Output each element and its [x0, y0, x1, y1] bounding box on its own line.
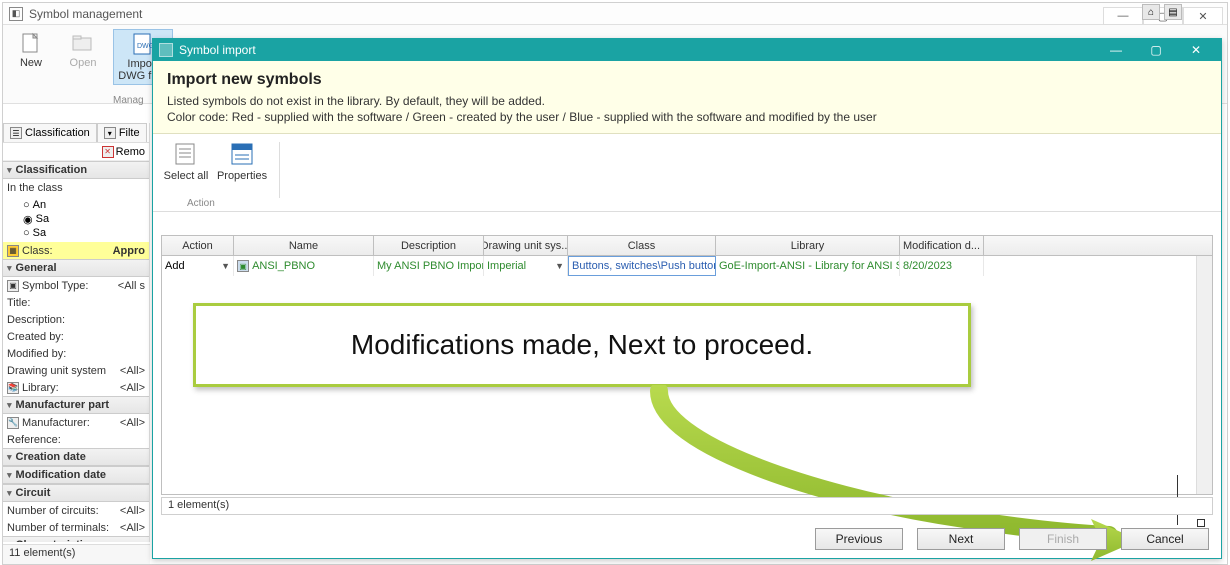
new-icon [17, 31, 45, 55]
main-title: Symbol management [29, 7, 142, 21]
library-icon: 📚 [7, 382, 19, 394]
cancel-button[interactable]: Cancel [1121, 528, 1209, 550]
funnel-icon: ▾ [104, 127, 116, 139]
ribbon-new[interactable]: New [9, 29, 53, 71]
cell-class[interactable]: Buttons, switches\Push buttons...… [568, 256, 716, 276]
symbol-icon: ▣ [237, 260, 249, 272]
col-class[interactable]: Class [568, 236, 716, 255]
close-button[interactable]: ✕ [1183, 7, 1223, 25]
cell-mod: 8/20/2023 [900, 256, 984, 276]
tab-filter[interactable]: ▾Filte [97, 123, 147, 142]
tree-icon: ☰ [10, 127, 22, 139]
left-filter-panel: ☰Classification ▾Filte ✕ Remo Classifica… [3, 123, 150, 542]
wizard-desc1: Listed symbols do not exist in the libra… [167, 93, 1207, 109]
wizard-banner: Import new symbols Listed symbols do not… [153, 61, 1221, 134]
child-maximize-button[interactable]: ▢ [1137, 41, 1175, 59]
minimize-button[interactable]: — [1103, 7, 1143, 25]
class-row[interactable]: ▦Class: Appro [3, 242, 149, 259]
section-manufacturer[interactable]: Manufacturer part [3, 396, 149, 414]
cell-lib[interactable]: GoE-Import-ANSI - Library for ANSI Std..… [716, 256, 900, 276]
properties-icon [227, 140, 257, 168]
select-all-icon [171, 140, 201, 168]
child-minimize-button[interactable]: — [1097, 41, 1135, 59]
table-header: Action Name Description Drawing unit sys… [162, 236, 1212, 256]
remove-filter-icon[interactable]: ✕ [102, 146, 114, 158]
cell-name: ▣ ANSI_PBNO [234, 256, 374, 276]
col-lib[interactable]: Library [716, 236, 900, 255]
radio-icon[interactable]: ◉ [23, 213, 33, 226]
import-icon [159, 43, 173, 57]
section-general[interactable]: General [3, 259, 149, 277]
col-desc[interactable]: Description [374, 236, 484, 255]
next-button[interactable]: Next [917, 528, 1005, 550]
col-mod[interactable]: Modification d... [900, 236, 984, 255]
symbol-import-window: Symbol import — ▢ ✕ Import new symbols L… [152, 38, 1222, 559]
tab-classification[interactable]: ☰Classification [3, 123, 97, 142]
wizard-desc2: Color code: Red - supplied with the soft… [167, 109, 1207, 125]
child-close-button[interactable]: ✕ [1177, 41, 1215, 59]
wizard-heading: Import new symbols [167, 71, 1207, 89]
ribbon-group-label: Manag [113, 95, 144, 106]
class-icon: ▦ [7, 245, 19, 257]
annotation-callout: Modifications made, Next to proceed. [193, 303, 971, 387]
col-name[interactable]: Name [234, 236, 374, 255]
ribbon-new-label: New [20, 57, 42, 69]
section-creation-date[interactable]: Creation date [3, 448, 149, 466]
cell-action[interactable]: Add▼ [162, 256, 234, 276]
chevron-down-icon[interactable]: ▼ [555, 261, 564, 271]
wizard-buttons: Previous Next Finish Cancel [815, 528, 1209, 550]
main-titlebar: ◧ Symbol management — ▢ ✕ [3, 3, 1227, 25]
col-action[interactable]: Action [162, 236, 234, 255]
col-unit[interactable]: Drawing unit sys... [484, 236, 568, 255]
child-title: Symbol import [179, 43, 256, 57]
finish-button: Finish [1019, 528, 1107, 550]
child-status-bar: 1 element(s) [161, 497, 1213, 515]
table-row[interactable]: Add▼ ▣ ANSI_PBNO My ANSI PBNO Import ...… [162, 256, 1212, 276]
filter-toolbar: ✕ Remo [3, 143, 149, 161]
layout-icon[interactable]: ▤ [1164, 4, 1182, 20]
table-scrollbar[interactable] [1196, 256, 1212, 494]
cell-desc: My ANSI PBNO Import ... [374, 256, 484, 276]
chevron-down-icon[interactable]: ▼ [221, 261, 230, 271]
home-icon[interactable]: ⌂ [1142, 4, 1160, 20]
section-characteristics[interactable]: Characteristics [3, 536, 149, 542]
child-titlebar: Symbol import — ▢ ✕ [153, 39, 1221, 61]
class-value: Appro [113, 245, 145, 257]
shell-toolbar: ⌂ ▤ [1142, 4, 1182, 20]
select-all-button[interactable]: Select all [163, 140, 209, 182]
child-ribbon: Select all Properties Action [153, 134, 1221, 212]
remove-filter-label[interactable]: Remo [116, 146, 145, 158]
class-radio-group: ○An ◉Sa ○Sa [3, 196, 149, 242]
ribbon-open: Open [61, 29, 105, 71]
action-group-label: Action [187, 198, 215, 209]
previous-button[interactable]: Previous [815, 528, 903, 550]
open-icon [69, 31, 97, 55]
main-status-bar: 11 element(s) [3, 544, 150, 564]
symbol-type-icon: ▣ [7, 280, 19, 292]
section-classification[interactable]: Classification [3, 161, 149, 179]
properties-button[interactable]: Properties [219, 140, 265, 182]
radio-icon[interactable]: ○ [23, 227, 30, 239]
section-modification-date[interactable]: Modification date [3, 466, 149, 484]
cell-unit[interactable]: Imperial▼ [484, 256, 568, 276]
app-icon: ◧ [9, 7, 23, 21]
in-class-label: In the class [7, 182, 145, 194]
section-circuit[interactable]: Circuit [3, 484, 149, 502]
radio-icon[interactable]: ○ [23, 199, 30, 211]
wrench-icon: 🔧 [7, 417, 19, 429]
ribbon-open-label: Open [70, 57, 97, 69]
